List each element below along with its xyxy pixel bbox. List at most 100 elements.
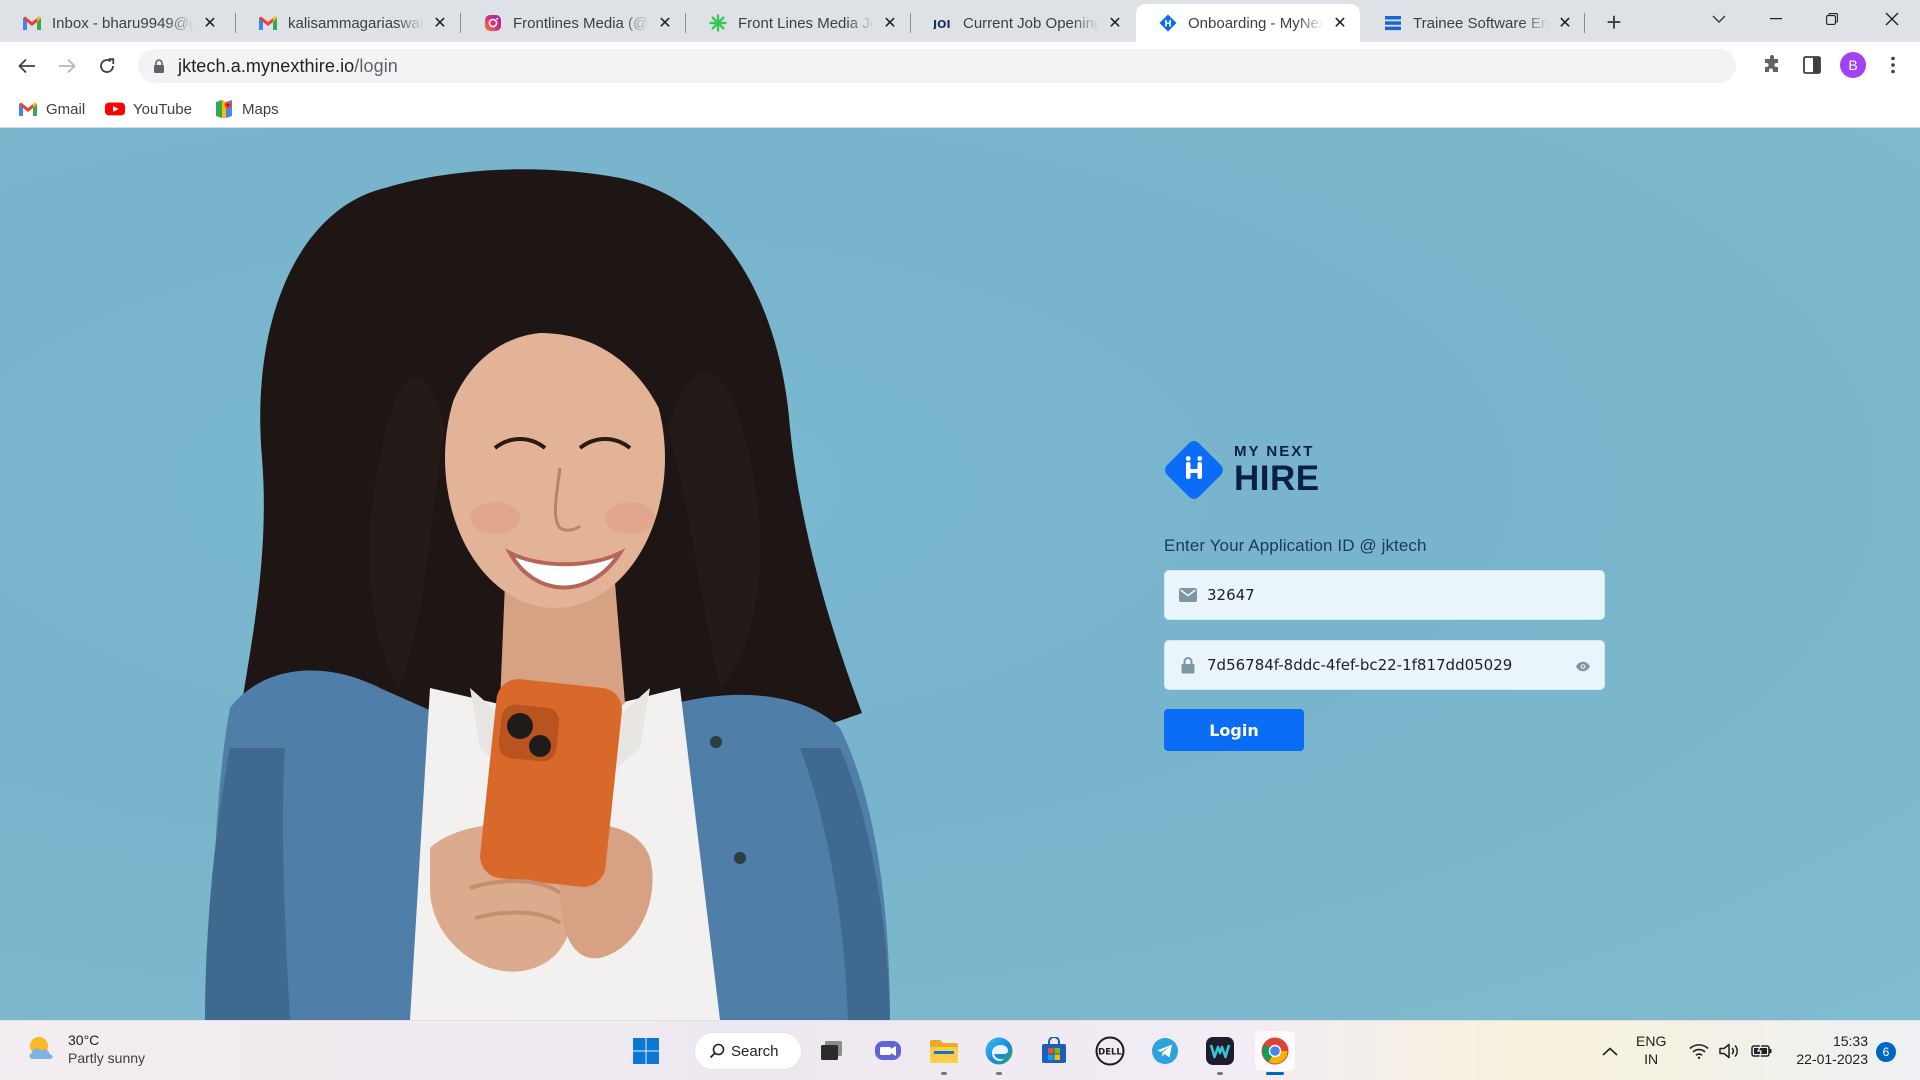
close-tab-icon[interactable]: ✕: [1330, 13, 1350, 33]
taskbar-search[interactable]: Search: [694, 1032, 802, 1070]
search-icon: [709, 1043, 725, 1059]
form-icon: [1383, 13, 1403, 33]
close-tab-icon[interactable]: ✕: [1555, 13, 1575, 33]
tab-strip: Inbox - bharu9949@gmail.com ✕ kalisammag…: [0, 0, 1920, 42]
login-page: MY NEXT HIRE Enter Your Application ID @…: [0, 128, 1920, 1020]
start-button[interactable]: [626, 1031, 666, 1071]
teams-chat-icon[interactable]: [868, 1031, 908, 1071]
minimize-button[interactable]: [1748, 0, 1804, 38]
password-field[interactable]: [1164, 640, 1605, 690]
language-line1: ENG: [1636, 1033, 1667, 1049]
telegram-icon[interactable]: [1145, 1031, 1185, 1071]
tab-gmail-inbox[interactable]: Inbox - bharu9949@gmail.com ✕: [0, 4, 230, 42]
tab-title: Frontlines Media (@frontlines: [513, 14, 649, 32]
mynexthire-logo-icon: [1165, 441, 1223, 499]
chrome-browser-icon[interactable]: [1255, 1031, 1295, 1071]
tab-instagram-frontlines[interactable]: Frontlines Media (@frontlines ✕: [461, 4, 685, 42]
forward-button[interactable]: [51, 50, 83, 82]
edge-browser-icon[interactable]: [979, 1031, 1019, 1071]
extensions-icon[interactable]: [1757, 50, 1787, 80]
tab-frontlines-jobs[interactable]: Front Lines Media Jobs ✕: [686, 4, 910, 42]
wifi-icon[interactable]: [1688, 1021, 1710, 1080]
running-indicator: [996, 1072, 1002, 1075]
close-tab-icon[interactable]: ✕: [880, 13, 900, 33]
tab-onboarding-mynexthire[interactable]: H Onboarding - MyNextHire ✕: [1136, 4, 1360, 42]
close-window-button[interactable]: [1864, 0, 1920, 38]
youtube-icon: [105, 99, 125, 119]
bookmark-youtube[interactable]: YouTube: [105, 96, 192, 122]
application-id-field[interactable]: [1164, 570, 1605, 620]
lock-icon: [1179, 656, 1197, 674]
webex-icon[interactable]: [1200, 1031, 1240, 1071]
mynexthire-icon: H: [1158, 13, 1178, 33]
show-hidden-icons-chevron-icon[interactable]: [1598, 1021, 1622, 1080]
application-id-input[interactable]: [1207, 586, 1567, 604]
search-label: Search: [731, 1042, 779, 1060]
microsoft-store-icon[interactable]: [1034, 1031, 1074, 1071]
system-clock[interactable]: 15:33 22-01-2023: [1788, 1032, 1868, 1068]
tab-title: Inbox - bharu9949@gmail.com: [52, 14, 194, 32]
lock-icon[interactable]: [152, 58, 166, 74]
tab-divider: [1584, 13, 1585, 33]
browser-toolbar: jktech.a.mynexthire.io/login: [0, 42, 1920, 109]
svg-text:H: H: [1164, 20, 1172, 30]
profile-avatar[interactable]: B: [1840, 52, 1866, 78]
partly-sunny-icon: [29, 1037, 53, 1059]
password-input[interactable]: [1207, 656, 1567, 674]
weather-condition: Partly sunny: [68, 1050, 146, 1066]
side-panel-icon[interactable]: [1797, 50, 1827, 80]
login-button[interactable]: Login: [1164, 709, 1304, 751]
url-host: jktech.a.mynexthire.io: [178, 55, 355, 76]
bookmarks-bar: Gmail YouTube Maps: [0, 90, 1920, 128]
battery-charging-icon[interactable]: [1750, 1021, 1774, 1080]
back-button[interactable]: [11, 50, 43, 82]
tab-title: Front Lines Media Jobs: [738, 14, 874, 32]
tab-current-job-openings[interactable]: JOI Current Job Openings ✕: [911, 4, 1135, 42]
svg-text:JOI: JOI: [933, 18, 951, 29]
weather-widget[interactable]: 30°C Partly sunny: [24, 1031, 145, 1067]
svg-text:DELL: DELL: [1098, 1048, 1122, 1058]
volume-icon[interactable]: [1718, 1021, 1742, 1080]
instagram-icon: [483, 13, 503, 33]
gmail-icon: [258, 13, 278, 33]
envelope-icon: [1179, 586, 1197, 604]
tab-title: Current Job Openings: [963, 14, 1099, 32]
reload-button[interactable]: [91, 50, 123, 82]
bookmark-label: YouTube: [133, 100, 192, 118]
running-indicator: [1217, 1072, 1223, 1075]
bookmark-label: Gmail: [46, 100, 86, 118]
tab-search-chevron-icon[interactable]: [1691, 0, 1747, 38]
address-bar[interactable]: jktech.a.mynexthire.io/login: [138, 49, 1736, 83]
notification-badge[interactable]: 6: [1876, 1042, 1896, 1062]
restore-button[interactable]: [1804, 0, 1860, 38]
bookmark-maps[interactable]: Maps: [214, 96, 279, 122]
windows-logo-icon: [633, 1038, 659, 1064]
logo-wordmark: MY NEXT HIRE: [1234, 444, 1320, 496]
url-path: /login: [354, 55, 398, 76]
windows-taskbar: 30°C Partly sunny Search DELL ENG IN 15:…: [0, 1020, 1920, 1080]
new-tab-button[interactable]: +: [1598, 6, 1630, 38]
hero-photo-woman-with-phone: [205, 169, 890, 1020]
tab-gmail-kalisammagari[interactable]: kalisammagariaswani ✕: [236, 4, 460, 42]
file-explorer-icon[interactable]: [924, 1031, 964, 1071]
close-tab-icon[interactable]: ✕: [1105, 13, 1125, 33]
clock-date: 22-01-2023: [1796, 1051, 1868, 1067]
dell-icon[interactable]: DELL: [1090, 1031, 1130, 1071]
menu-kebab-icon[interactable]: [1878, 50, 1908, 80]
login-panel: MY NEXT HIRE Enter Your Application ID @…: [1164, 128, 1624, 1020]
close-tab-icon[interactable]: ✕: [200, 13, 220, 33]
tab-title: Onboarding - MyNextHire: [1188, 14, 1324, 32]
gmail-icon: [22, 13, 42, 33]
bookmark-label: Maps: [242, 100, 279, 118]
frontlines-icon: [708, 13, 728, 33]
language-indicator[interactable]: ENG IN: [1636, 1032, 1666, 1068]
active-indicator: [1266, 1072, 1284, 1075]
close-tab-icon[interactable]: ✕: [655, 13, 675, 33]
mynexthire-logo: MY NEXT HIRE: [1164, 440, 1320, 500]
task-view-icon[interactable]: [812, 1031, 852, 1071]
bookmark-gmail[interactable]: Gmail: [18, 96, 85, 122]
tab-trainee-software-engineer[interactable]: Trainee Software Engineer ✕: [1361, 4, 1585, 42]
close-tab-icon[interactable]: ✕: [430, 13, 450, 33]
url-text: jktech.a.mynexthire.io/login: [178, 56, 398, 77]
show-password-eye-icon[interactable]: [1574, 657, 1592, 675]
